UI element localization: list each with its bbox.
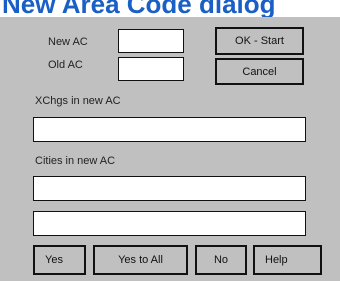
no-button[interactable]: No bbox=[195, 245, 247, 275]
help-button[interactable]: Help bbox=[253, 245, 322, 275]
new-ac-label: New AC bbox=[48, 36, 88, 48]
yes-to-all-button[interactable]: Yes to All bbox=[93, 245, 188, 275]
cities-input-1[interactable] bbox=[33, 176, 306, 201]
old-ac-label: Old AC bbox=[48, 59, 83, 71]
xchgs-input[interactable] bbox=[33, 117, 306, 142]
new-area-code-dialog: New AC Old AC OK - Start Cancel XChgs in… bbox=[0, 17, 340, 281]
xchgs-label: XChgs in new AC bbox=[35, 95, 121, 107]
yes-button[interactable]: Yes bbox=[33, 245, 86, 275]
cities-input-2[interactable] bbox=[33, 211, 306, 236]
cancel-button[interactable]: Cancel bbox=[215, 58, 304, 85]
new-ac-input[interactable] bbox=[118, 29, 184, 53]
old-ac-input[interactable] bbox=[118, 57, 184, 81]
cities-label: Cities in new AC bbox=[35, 155, 116, 167]
ok-start-button[interactable]: OK - Start bbox=[215, 27, 304, 55]
